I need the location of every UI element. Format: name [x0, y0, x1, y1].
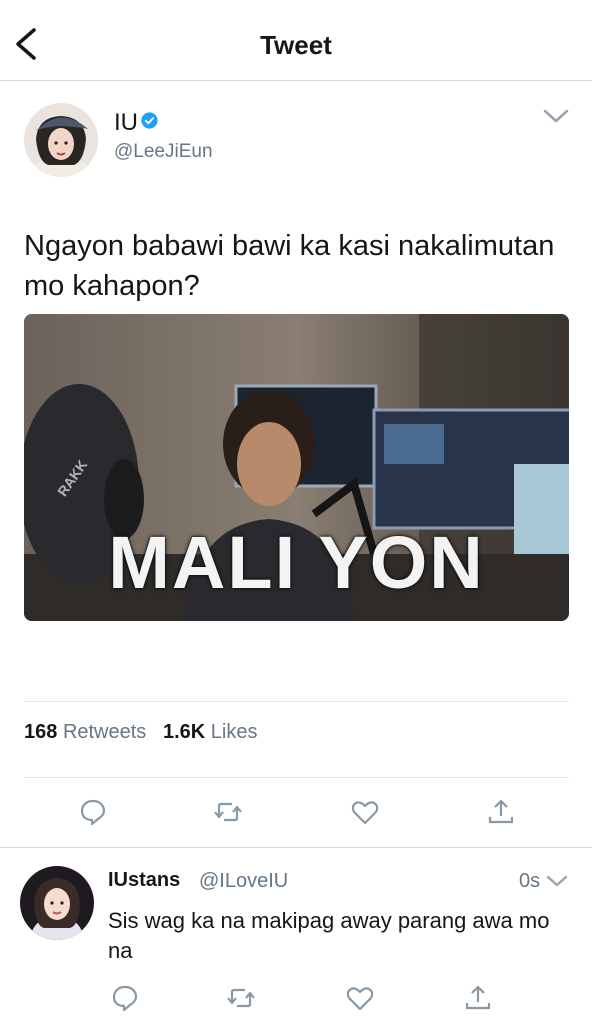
like-icon[interactable]: [350, 797, 380, 827]
author-avatar[interactable]: [24, 103, 98, 177]
reply-author-avatar[interactable]: [20, 866, 94, 940]
chevron-down-icon[interactable]: [542, 106, 570, 126]
reply-text: Sis wag ka na makipag away parang awa mo…: [108, 908, 550, 963]
tweet-media-gif[interactable]: MALI YON: [24, 314, 569, 621]
retweets-count[interactable]: 168: [24, 721, 57, 743]
reply-icon[interactable]: [78, 797, 108, 827]
top-bar: Tweet: [0, 0, 592, 81]
reply-author-name[interactable]: IUstans: [108, 869, 180, 892]
author-name[interactable]: IU: [114, 109, 138, 137]
reply-author-handle[interactable]: @ILoveIU: [199, 870, 288, 893]
reply-icon[interactable]: [110, 983, 140, 1013]
verified-badge-icon: [141, 112, 158, 129]
retweets-label[interactable]: Retweets: [63, 721, 146, 743]
likes-label[interactable]: Likes: [211, 721, 258, 743]
share-icon[interactable]: [463, 983, 493, 1013]
divider: [24, 701, 569, 702]
retweet-icon[interactable]: [226, 983, 256, 1013]
share-icon[interactable]: [486, 797, 516, 827]
tweet-stats: 168 Retweets 1.6K Likes: [24, 721, 258, 744]
chevron-down-icon[interactable]: [546, 874, 568, 888]
retweet-icon[interactable]: [213, 797, 243, 827]
author-handle[interactable]: @LeeJiEun: [114, 141, 213, 163]
media-caption: MALI YON: [108, 521, 485, 604]
page-title: Tweet: [260, 30, 332, 60]
like-icon[interactable]: [345, 983, 375, 1013]
reply-timestamp: 0s: [519, 870, 541, 892]
divider: [0, 847, 592, 848]
divider: [24, 777, 569, 778]
tweet-text: Ngayon babawi bawi ka kasi nakalimutan m…: [24, 230, 555, 302]
likes-count[interactable]: 1.6K: [163, 721, 205, 743]
